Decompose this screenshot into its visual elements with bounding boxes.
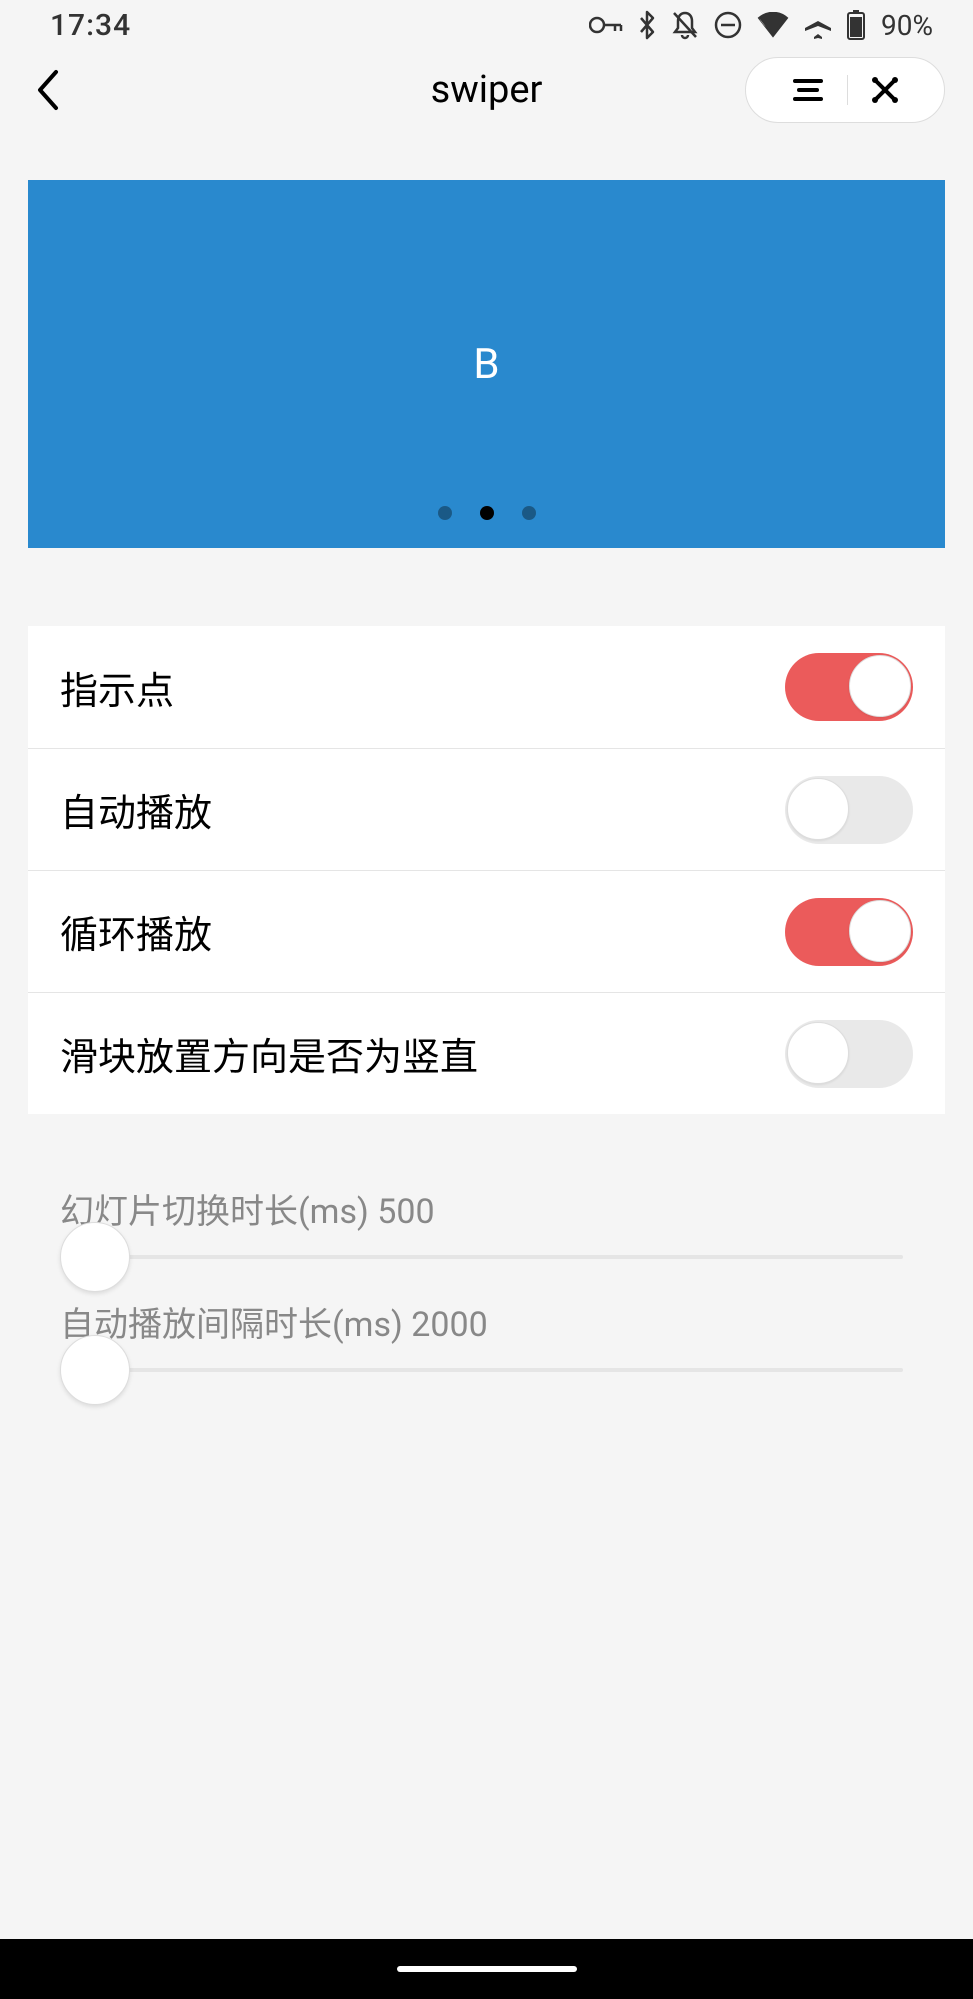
swiper-container: B: [28, 180, 945, 548]
settings-card: 指示点 自动播放 循环播放 滑块放置方向是否为竖直: [28, 626, 945, 1114]
battery-icon: [847, 10, 865, 40]
android-nav-pill[interactable]: [397, 1966, 577, 1972]
sliders-area: 幻灯片切换时长(ms) 500 自动播放间隔时长(ms) 2000: [60, 1184, 913, 1372]
toggle-knob: [787, 778, 849, 840]
slider-thumb-interval[interactable]: [60, 1335, 130, 1405]
slider-track-duration[interactable]: [70, 1255, 903, 1259]
back-button[interactable]: [28, 70, 68, 110]
wifi-icon: [757, 12, 789, 38]
toggle-knob: [849, 900, 911, 962]
toggle-autoplay[interactable]: [785, 776, 913, 844]
capsule-divider: [847, 75, 848, 105]
swiper-slide-label: B: [473, 340, 499, 389]
mini-program-capsule: [745, 57, 945, 123]
menu-icon: [791, 77, 825, 103]
chevron-left-icon: [34, 68, 62, 112]
notification-off-icon: [671, 10, 699, 40]
swiper-indicator-dots: [438, 506, 536, 520]
setting-row-vertical: 滑块放置方向是否为竖直: [28, 992, 945, 1114]
close-icon: [870, 75, 900, 105]
setting-row-indicator: 指示点: [28, 626, 945, 748]
slider-block-duration: 幻灯片切换时长(ms) 500: [60, 1184, 913, 1259]
slider-block-interval: 自动播放间隔时长(ms) 2000: [60, 1297, 913, 1372]
setting-label: 指示点: [60, 660, 174, 715]
do-not-disturb-icon: [713, 10, 743, 40]
airplane-icon: [803, 10, 833, 40]
toggle-indicator[interactable]: [785, 653, 913, 721]
toggle-loop[interactable]: [785, 898, 913, 966]
capsule-menu-button[interactable]: [791, 77, 825, 103]
page-title: swiper: [431, 68, 543, 112]
setting-label: 滑块放置方向是否为竖直: [60, 1026, 478, 1081]
capsule-close-button[interactable]: [870, 75, 900, 105]
slider-label-duration: 幻灯片切换时长(ms) 500: [60, 1184, 913, 1233]
toggle-vertical[interactable]: [785, 1020, 913, 1088]
setting-row-loop: 循环播放: [28, 870, 945, 992]
setting-label: 自动播放: [60, 782, 212, 837]
setting-label: 循环播放: [60, 904, 212, 959]
swiper-dot-0[interactable]: [438, 506, 452, 520]
swiper-dot-1[interactable]: [480, 506, 494, 520]
android-status-bar: 17:34 90%: [0, 0, 973, 50]
slider-label-interval: 自动播放间隔时长(ms) 2000: [60, 1297, 913, 1346]
bluetooth-icon: [637, 10, 657, 40]
swiper-dot-2[interactable]: [522, 506, 536, 520]
swiper[interactable]: B: [28, 180, 945, 548]
android-navigation-bar: [0, 1939, 973, 1999]
battery-percent: 90%: [881, 9, 933, 42]
status-time: 17:34: [50, 8, 131, 43]
toggle-knob: [787, 1022, 849, 1084]
status-icons-group: 90%: [589, 9, 933, 42]
setting-row-autoplay: 自动播放: [28, 748, 945, 870]
slider-track-interval[interactable]: [70, 1368, 903, 1372]
slider-thumb-duration[interactable]: [60, 1222, 130, 1292]
toggle-knob: [849, 655, 911, 717]
app-nav-bar: swiper: [0, 50, 973, 130]
vpn-key-icon: [589, 15, 623, 35]
